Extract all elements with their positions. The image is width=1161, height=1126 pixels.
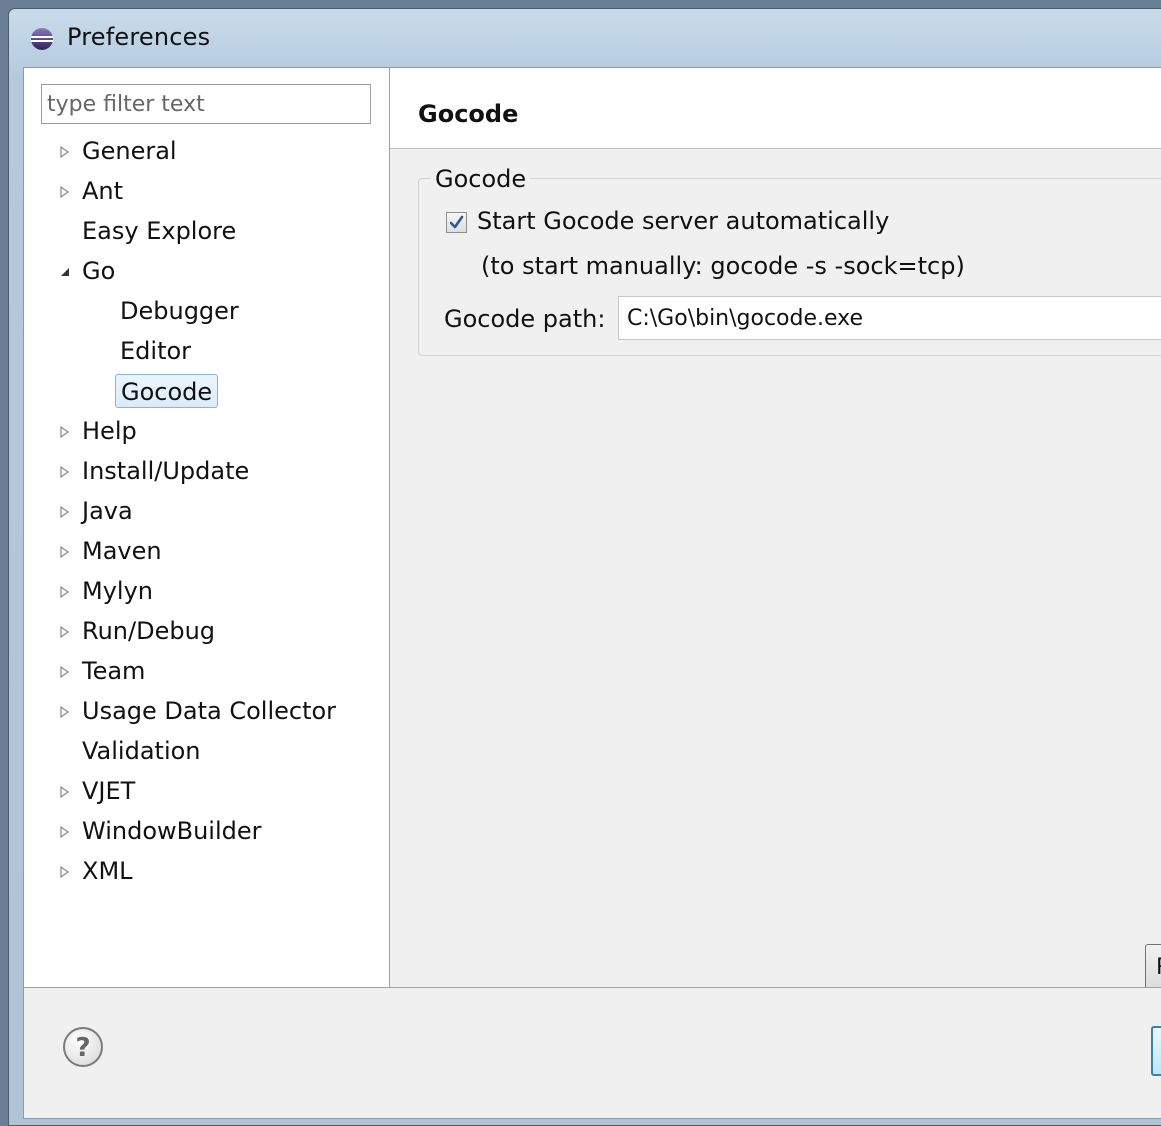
tree-item-run-debug[interactable]: Run/Debug (24, 614, 384, 650)
restore-defaults-button[interactable]: R (1145, 944, 1161, 990)
filter-input[interactable] (41, 84, 371, 124)
tree-item-label: Maven (82, 537, 162, 565)
manual-start-hint: (to start manually: gocode -s -sock=tcp) (481, 252, 965, 280)
expand-arrow-icon[interactable] (59, 505, 71, 519)
tree-item-java[interactable]: Java (24, 494, 384, 530)
tree-item-team[interactable]: Team (24, 654, 384, 690)
preferences-window: Preferences General Ant Easy Explore GoDebu… (8, 8, 1161, 1126)
expand-arrow-icon[interactable] (59, 465, 71, 479)
tree-item-editor[interactable]: Editor (24, 334, 384, 370)
tree-item-label: Editor (120, 337, 192, 365)
dialog-footer: ? (24, 987, 1161, 1118)
tree-item-label: Validation (82, 737, 201, 765)
tree-item-gocode[interactable]: Gocode (24, 374, 384, 410)
svg-text:?: ? (75, 1033, 90, 1063)
expand-arrow-icon[interactable] (59, 665, 71, 679)
tree-item-windowbuilder[interactable]: WindowBuilder (24, 814, 384, 850)
tree-item-label: XML (82, 857, 133, 885)
eclipse-icon (31, 28, 53, 50)
tree-item-debugger[interactable]: Debugger (24, 294, 384, 330)
expand-arrow-icon[interactable] (59, 705, 71, 719)
gocode-path-input[interactable] (618, 296, 1161, 340)
page-title: Gocode (418, 100, 519, 128)
start-server-checkbox[interactable] (446, 212, 467, 233)
group-title: Gocode (431, 165, 531, 193)
tree-item-label: Mylyn (82, 577, 153, 605)
tree-item-label: Java (82, 497, 133, 525)
tree-item-vjet[interactable]: VJET (24, 774, 384, 810)
expand-arrow-icon[interactable] (59, 545, 71, 559)
tree-item-go[interactable]: Go (24, 254, 384, 290)
page-header: Gocode (390, 68, 1161, 149)
help-icon[interactable]: ? (62, 1026, 104, 1068)
expand-arrow-icon[interactable] (59, 185, 71, 199)
window-title: Preferences (67, 23, 211, 51)
tree-item-maven[interactable]: Maven (24, 534, 384, 570)
tree-item-label: Debugger (120, 297, 239, 325)
expand-arrow-icon[interactable] (59, 865, 71, 879)
dialog-client-area: General Ant Easy Explore GoDebugger Editor Go… (23, 67, 1161, 1119)
tree-item-ant[interactable]: Ant (24, 174, 384, 210)
tree-item-label: VJET (82, 777, 136, 805)
preference-tree-pane: General Ant Easy Explore GoDebugger Editor Go… (24, 68, 390, 988)
tree-item-label: Install/Update (82, 457, 250, 485)
tree-item-mylyn[interactable]: Mylyn (24, 574, 384, 610)
expand-arrow-icon[interactable] (59, 625, 71, 639)
tree-item-validation[interactable]: Validation (24, 734, 384, 770)
tree-item-help[interactable]: Help (24, 414, 384, 450)
tree-item-label: Help (82, 417, 137, 445)
ok-button[interactable] (1151, 1026, 1161, 1076)
tree-item-label: Gocode (115, 374, 219, 408)
tree-item-easy-explore[interactable]: Easy Explore (24, 214, 384, 250)
gocode-group: Gocode Start Gocode server automatically… (418, 165, 1161, 356)
tree-item-label: Ant (82, 177, 124, 205)
gocode-path-label: Gocode path: (444, 305, 606, 333)
tree-item-label: WindowBuilder (82, 817, 262, 845)
tree-item-label: Easy Explore (82, 217, 237, 245)
expand-arrow-icon[interactable] (59, 145, 71, 159)
tree-item-label: Go (82, 257, 116, 285)
collapse-arrow-icon[interactable] (59, 265, 71, 279)
expand-arrow-icon[interactable] (59, 585, 71, 599)
check-icon (449, 215, 464, 229)
tree-item-label: Team (82, 657, 146, 685)
tree-item-install-update[interactable]: Install/Update (24, 454, 384, 490)
tree-item-xml[interactable]: XML (24, 854, 384, 890)
tree-item-label: Usage Data Collector (82, 697, 337, 725)
tree-item-general[interactable]: General (24, 134, 384, 170)
tree-item-label: General (82, 137, 177, 165)
tree-item-label: Run/Debug (82, 617, 216, 645)
expand-arrow-icon[interactable] (59, 425, 71, 439)
expand-arrow-icon[interactable] (59, 825, 71, 839)
preference-page: Gocode Gocode Start Gocode server automa… (390, 68, 1161, 990)
expand-arrow-icon[interactable] (59, 785, 71, 799)
tree-item-usage-data-collector[interactable]: Usage Data Collector (24, 694, 384, 730)
title-bar[interactable]: Preferences (9, 9, 1161, 67)
start-server-label[interactable]: Start Gocode server automatically (477, 207, 889, 235)
